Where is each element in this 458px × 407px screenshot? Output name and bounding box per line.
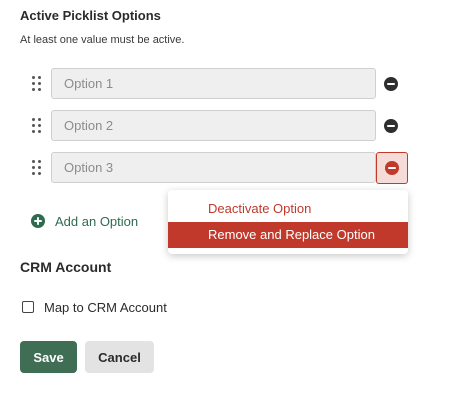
option-input-1[interactable] xyxy=(51,68,376,99)
crm-section-title: CRM Account xyxy=(20,259,112,275)
menu-item-deactivate-option[interactable]: Deactivate Option xyxy=(168,196,408,222)
minus-circle-icon xyxy=(387,125,395,127)
checkbox-icon[interactable] xyxy=(22,301,34,313)
drag-handle-icon[interactable] xyxy=(32,76,42,92)
plus-circle-icon xyxy=(31,214,45,228)
cancel-button[interactable]: Cancel xyxy=(85,341,154,373)
map-crm-account-row: Map to CRM Account xyxy=(22,298,167,316)
add-option-label: Add an Option xyxy=(55,213,139,229)
add-option-button[interactable]: Add an Option xyxy=(31,212,138,230)
option-row-3 xyxy=(32,152,412,184)
option-input-2[interactable] xyxy=(51,110,376,141)
section-title: Active Picklist Options xyxy=(20,8,161,23)
minus-circle-icon xyxy=(385,161,399,175)
drag-handle-icon[interactable] xyxy=(32,160,42,176)
save-button[interactable]: Save xyxy=(20,341,77,373)
remove-option-2-button[interactable] xyxy=(384,119,398,133)
remove-option-1-button[interactable] xyxy=(384,77,398,91)
option-row-1 xyxy=(32,68,412,100)
remove-option-3-button[interactable] xyxy=(376,152,408,184)
remove-option-menu: Deactivate Option Remove and Replace Opt… xyxy=(168,190,408,254)
picklist-settings-panel: Active Picklist Options At least one val… xyxy=(0,0,458,407)
menu-item-remove-and-replace-option[interactable]: Remove and Replace Option xyxy=(168,222,408,248)
minus-circle-icon xyxy=(387,83,395,85)
map-crm-account-label[interactable]: Map to CRM Account xyxy=(44,300,167,315)
option-row-2 xyxy=(32,110,412,142)
section-subtitle: At least one value must be active. xyxy=(20,34,185,46)
option-input-3[interactable] xyxy=(51,152,376,183)
drag-handle-icon[interactable] xyxy=(32,118,42,134)
